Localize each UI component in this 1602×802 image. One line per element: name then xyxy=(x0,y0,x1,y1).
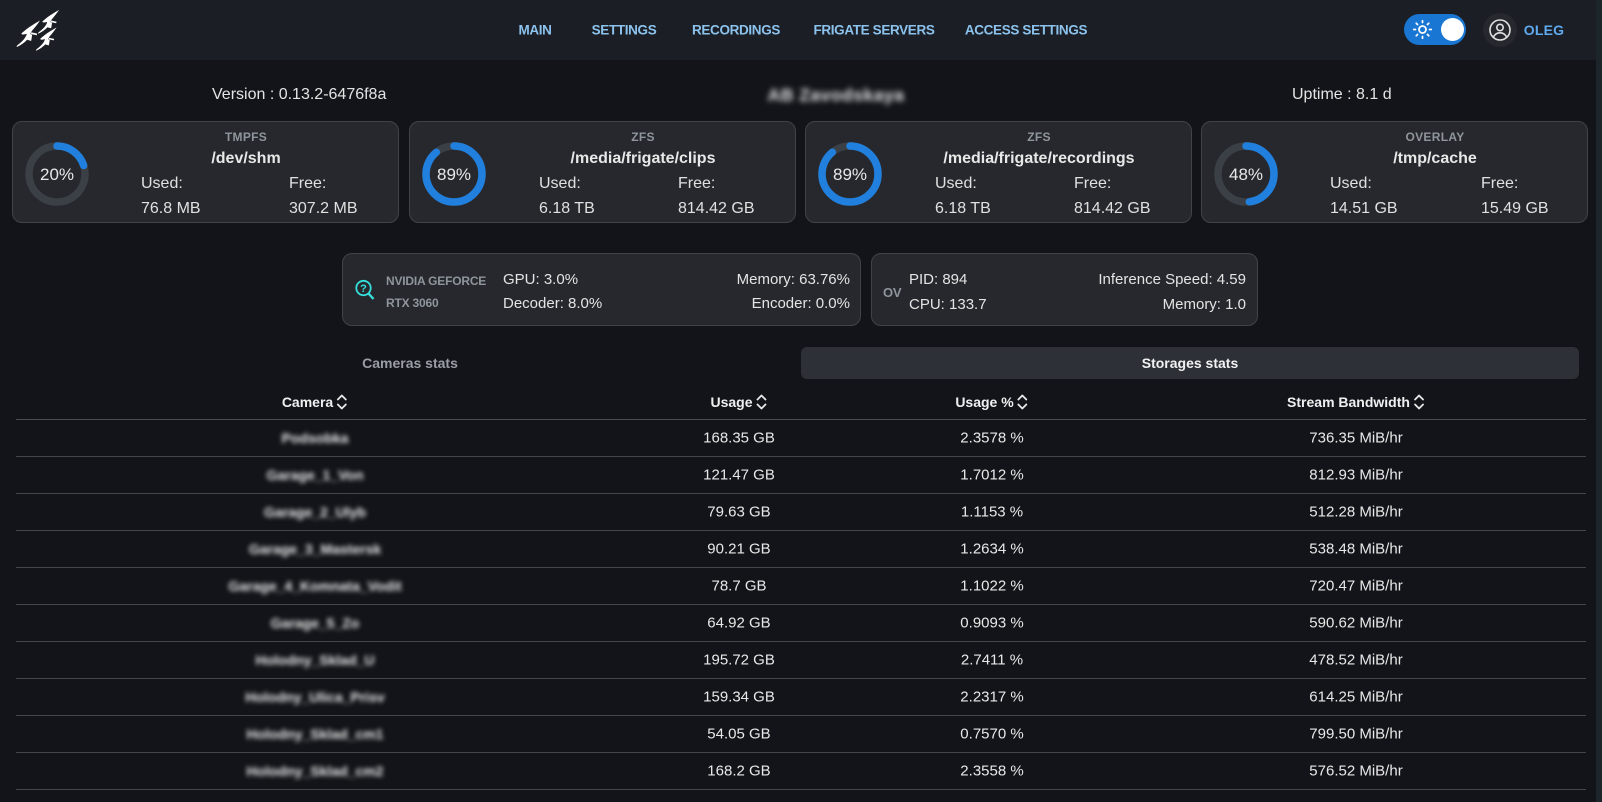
svg-text:?: ? xyxy=(360,283,367,295)
